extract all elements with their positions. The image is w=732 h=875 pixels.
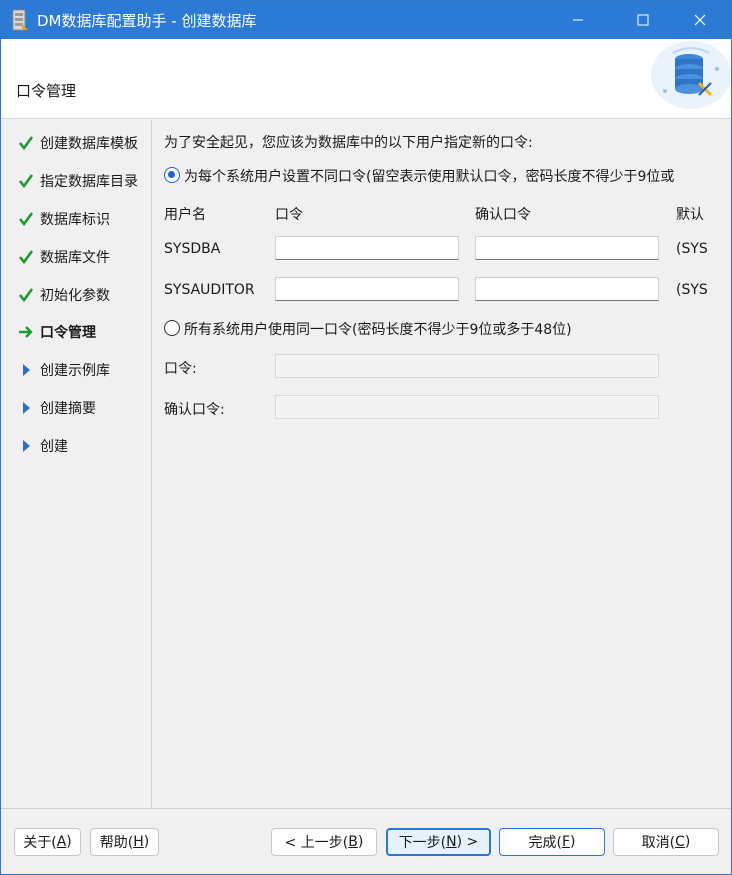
nav-step-label: 创建摘要 <box>40 401 96 417</box>
finish-hotkey: F <box>561 834 571 850</box>
nav-step-password-management[interactable]: 口令管理 <box>1 320 151 344</box>
same-password-label: 口令: <box>164 361 197 377</box>
about-hotkey: A <box>56 834 67 850</box>
nav-step-label: 数据库标识 <box>40 212 110 228</box>
about-button-end: ) <box>66 834 72 850</box>
checkmark-icon <box>17 286 35 304</box>
same-confirm-label: 确认口令: <box>164 402 225 418</box>
back-button[interactable]: < 上一步(B) <box>271 828 377 856</box>
about-button-label: 关于( <box>23 835 57 851</box>
cancel-button-label: 取消( <box>641 835 676 851</box>
minimize-icon <box>573 19 583 21</box>
minimize-button[interactable] <box>555 1 601 39</box>
wizard-footer: 关于(A) 帮助(H) < 上一步(B) 下一步(N) > 完成(F) 取消(C… <box>1 808 731 874</box>
nav-step-init-params[interactable]: 初始化参数 <box>1 283 151 307</box>
wizard-header: 口令管理 <box>1 39 731 119</box>
cancel-hotkey: C <box>675 834 685 850</box>
page-title: 口令管理 <box>16 82 77 100</box>
radio-separate-passwords-label[interactable]: 为每个系统用户设置不同口令(留空表示使用默认口令，密码长度不得少于9位或 <box>184 166 674 186</box>
radio-separate-passwords[interactable] <box>164 167 180 183</box>
database-app-icon <box>12 9 28 31</box>
radio-same-password[interactable] <box>164 320 180 336</box>
next-button-label: 下一步( <box>398 835 447 851</box>
user-name-sysdba: SYSDBA <box>164 241 221 257</box>
nav-step-database-id[interactable]: 数据库标识 <box>1 207 151 231</box>
nav-step-label: 指定数据库目录 <box>40 174 138 190</box>
help-button-end: ) <box>143 834 150 850</box>
nav-step-create-sample[interactable]: 创建示例库 <box>1 358 151 382</box>
password-management-panel: 为了安全起见，您应该为数据库中的以下用户指定新的口令: 为每个系统用户设置不同口… <box>153 120 709 808</box>
close-button[interactable] <box>677 1 723 39</box>
back-button-end: ) <box>357 834 364 850</box>
nav-step-label: 创建 <box>40 439 68 455</box>
cancel-button-end: ) <box>684 834 691 850</box>
sysauditor-confirm-input[interactable] <box>475 277 659 301</box>
column-header-username: 用户名 <box>164 207 206 223</box>
checkmark-icon <box>17 172 35 190</box>
back-button-label: < 上一步( <box>284 835 349 851</box>
back-hotkey: B <box>348 834 358 850</box>
triangle-right-icon <box>17 361 35 379</box>
column-header-password: 口令 <box>275 207 303 223</box>
sysauditor-default-text: (SYS <box>676 282 708 298</box>
finish-button-label: 完成( <box>528 835 562 851</box>
nav-step-create[interactable]: 创建 <box>1 434 151 458</box>
sysdba-password-input[interactable] <box>275 236 459 260</box>
wizard-steps-nav: 创建数据库模板 指定数据库目录 数据库标识 数据库文件 初始化参数 口令管理 创… <box>1 120 152 808</box>
finish-button-end: ) <box>570 834 576 850</box>
maximize-icon <box>637 14 649 26</box>
about-button[interactable]: 关于(A) <box>14 828 81 856</box>
nav-step-label: 创建数据库模板 <box>40 136 138 152</box>
triangle-right-icon <box>17 437 35 455</box>
column-header-confirm: 确认口令 <box>475 207 531 223</box>
right-margin <box>711 120 731 808</box>
intro-text: 为了安全起见，您应该为数据库中的以下用户指定新的口令: <box>164 135 533 151</box>
nav-step-label: 初始化参数 <box>40 288 110 304</box>
database-banner-icon <box>621 39 731 109</box>
close-icon <box>694 14 706 26</box>
nav-step-label: 口令管理 <box>40 325 96 341</box>
cancel-button[interactable]: 取消(C) <box>613 828 719 856</box>
sysdba-default-text: (SYS <box>676 241 708 257</box>
help-button-label: 帮助( <box>99 835 134 851</box>
next-button[interactable]: 下一步(N) > <box>386 828 491 856</box>
maximize-button[interactable] <box>620 1 666 39</box>
triangle-right-icon <box>17 399 35 417</box>
same-confirm-input[interactable] <box>275 395 659 419</box>
nav-step-specify-directory[interactable]: 指定数据库目录 <box>1 169 151 193</box>
checkmark-icon <box>17 210 35 228</box>
nav-step-label: 数据库文件 <box>40 250 110 266</box>
nav-step-create-template[interactable]: 创建数据库模板 <box>1 131 151 155</box>
app-window: DM数据库配置助手 - 创建数据库 口令管理 创建数据库模板 指定数据库目录 数… <box>0 0 732 875</box>
user-name-sysauditor: SYSAUDITOR <box>164 282 255 298</box>
column-header-default: 默认 <box>676 207 704 223</box>
nav-step-label: 创建示例库 <box>40 363 110 379</box>
help-hotkey: H <box>133 834 144 850</box>
help-button[interactable]: 帮助(H) <box>90 828 159 856</box>
next-hotkey: N <box>446 834 457 850</box>
nav-step-summary[interactable]: 创建摘要 <box>1 396 151 420</box>
sysdba-confirm-input[interactable] <box>475 236 659 260</box>
checkmark-icon <box>17 248 35 266</box>
window-title: DM数据库配置助手 - 创建数据库 <box>37 12 257 30</box>
same-password-input[interactable] <box>275 354 659 378</box>
radio-same-password-label[interactable]: 所有系统用户使用同一口令(密码长度不得少于9位或多于48位) <box>184 319 572 339</box>
finish-button[interactable]: 完成(F) <box>499 828 605 856</box>
sysauditor-password-input[interactable] <box>275 277 459 301</box>
current-step-arrow-icon <box>17 323 35 341</box>
next-button-end: ) > <box>456 834 479 850</box>
checkmark-icon <box>17 134 35 152</box>
title-bar[interactable]: DM数据库配置助手 - 创建数据库 <box>1 1 731 39</box>
nav-step-database-files[interactable]: 数据库文件 <box>1 245 151 269</box>
